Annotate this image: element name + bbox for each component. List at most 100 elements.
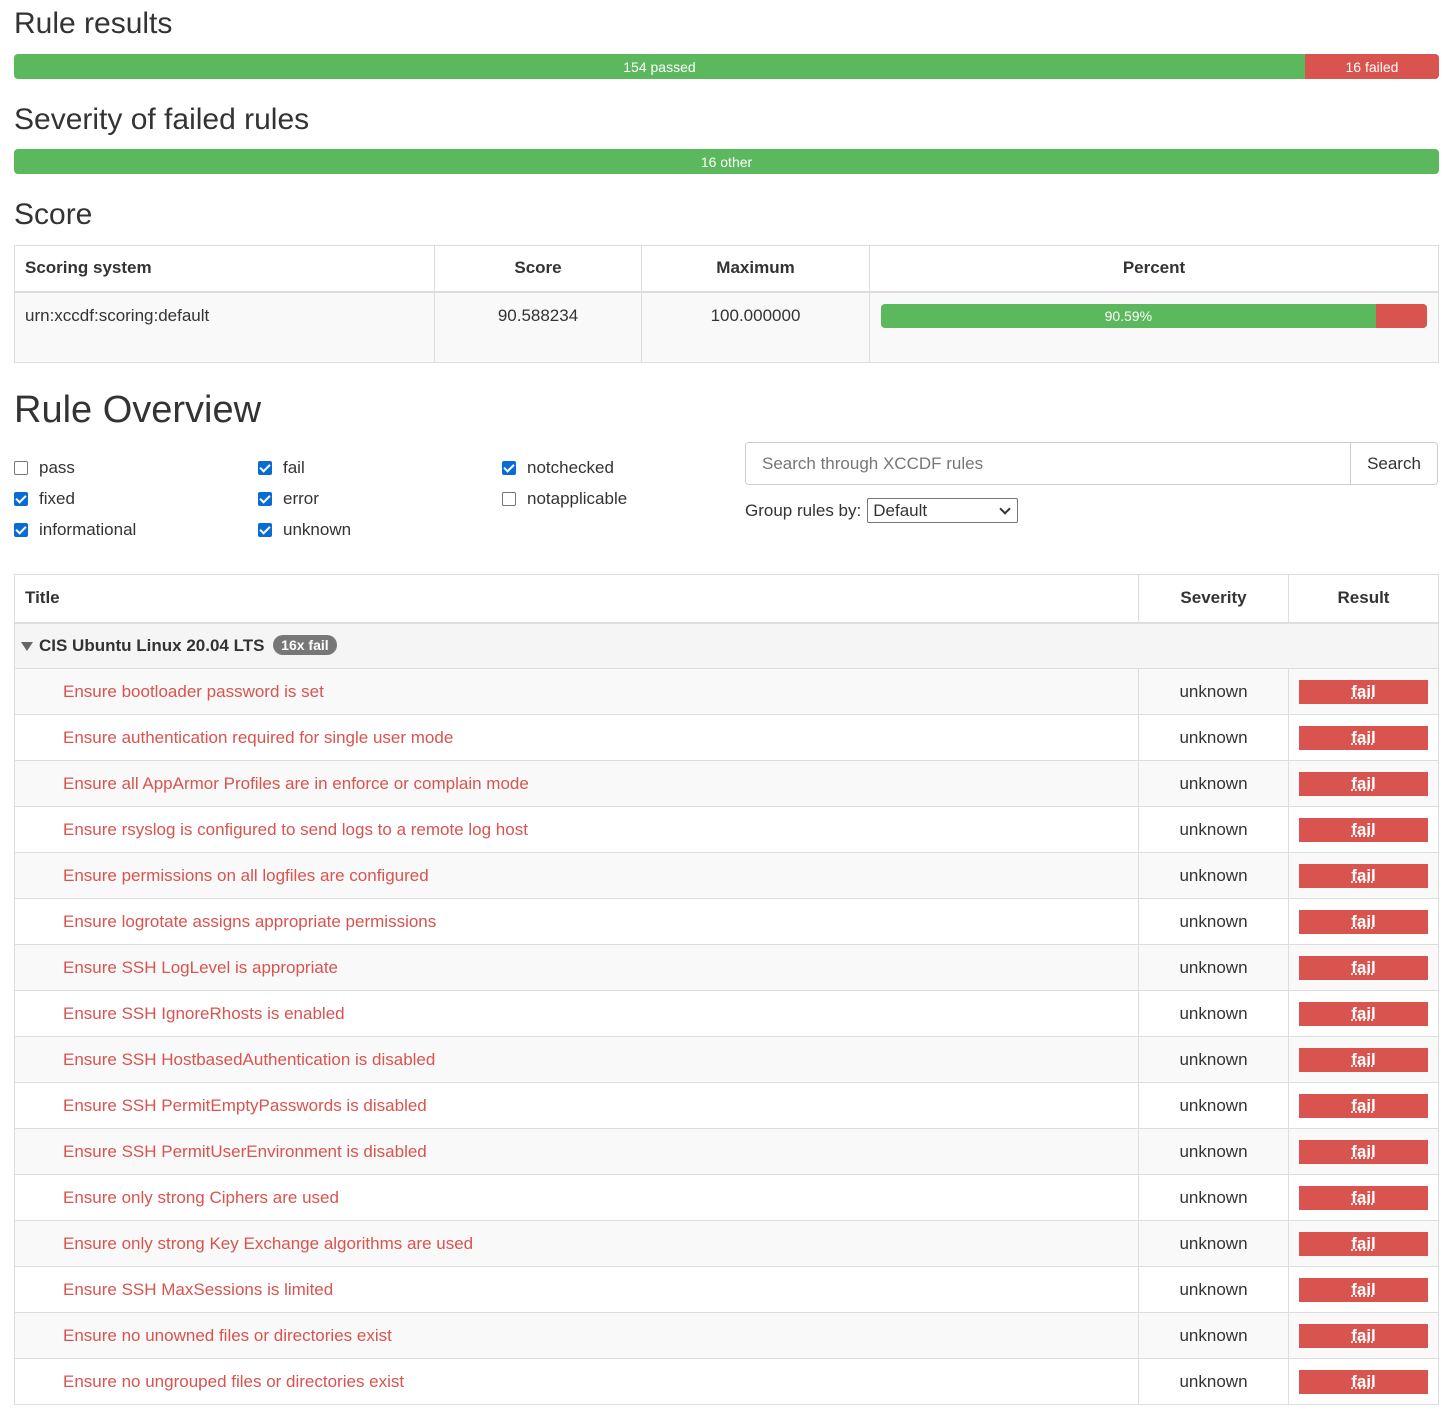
chevron-down-icon xyxy=(999,502,1011,515)
fail-count-badge: 16x fail xyxy=(273,635,337,656)
table-row: Ensure logrotate assigns appropriate per… xyxy=(14,898,1439,945)
filter-fixed[interactable]: fixed xyxy=(14,489,75,509)
result-fail-badge[interactable]: fail xyxy=(1299,1185,1428,1210)
result-fail-badge[interactable]: fail xyxy=(1299,955,1428,980)
checkbox-icon[interactable] xyxy=(258,461,272,475)
percent-remainder xyxy=(1375,303,1427,328)
result-fail-badge[interactable]: fail xyxy=(1299,909,1428,934)
group-row[interactable]: CIS Ubuntu Linux 20.04 LTS 16x fail xyxy=(14,622,1439,669)
result-fail-badge[interactable]: fail xyxy=(1299,1001,1428,1026)
score-table: Scoring system Score Maximum Percent urn… xyxy=(14,245,1439,363)
table-row: Ensure SSH IgnoreRhosts is enabled unknow… xyxy=(14,990,1439,1037)
rule-title-link[interactable]: Ensure SSH PermitUserEnvironment is disa… xyxy=(14,1128,1139,1175)
score-heading: Score xyxy=(14,198,93,231)
col-percent: Percent xyxy=(869,245,1439,293)
result-fail-badge[interactable]: fail xyxy=(1299,863,1428,888)
col-scoring-system: Scoring system xyxy=(14,245,435,293)
rule-title-link[interactable]: Ensure SSH MaxSessions is limited xyxy=(14,1266,1139,1313)
filter-notchecked[interactable]: notchecked xyxy=(502,458,614,478)
rule-result-cell: fail xyxy=(1288,944,1439,991)
rule-result-cell: fail xyxy=(1288,1082,1439,1129)
group-by-selected: Default xyxy=(873,500,928,520)
rule-result-cell: fail xyxy=(1288,1128,1439,1175)
filter-unknown[interactable]: unknown xyxy=(258,520,351,540)
rule-severity: unknown xyxy=(1138,1082,1289,1129)
result-fail-badge[interactable]: fail xyxy=(1299,817,1428,842)
group-by-select[interactable]: Default xyxy=(867,498,1019,523)
rule-title-link[interactable]: Ensure only strong Key Exchange algorith… xyxy=(14,1220,1139,1267)
rule-title-link[interactable]: Ensure SSH PermitEmptyPasswords is disab… xyxy=(14,1082,1139,1129)
result-fail-badge[interactable]: fail xyxy=(1299,1277,1428,1302)
rule-severity: unknown xyxy=(1138,668,1289,715)
score-value: 90.588234 xyxy=(434,291,642,363)
rule-title-link[interactable]: Ensure only strong Ciphers are used xyxy=(14,1174,1139,1221)
failed-segment: 16 failed xyxy=(1304,54,1439,79)
table-row: Ensure all AppArmor Profiles are in enfo… xyxy=(14,760,1439,807)
checkbox-icon[interactable] xyxy=(502,461,516,475)
rule-title-link[interactable]: Ensure all AppArmor Profiles are in enfo… xyxy=(14,760,1139,807)
rule-title-link[interactable]: Ensure permissions on all logfiles are c… xyxy=(14,852,1139,899)
rule-severity: unknown xyxy=(1138,898,1289,945)
checkbox-icon[interactable] xyxy=(258,523,272,537)
rule-result-cell: fail xyxy=(1288,1220,1439,1267)
rule-overview-heading: Rule Overview xyxy=(14,389,262,431)
rule-title-link[interactable]: Ensure bootloader password is set xyxy=(14,668,1139,715)
triangle-down-icon[interactable] xyxy=(21,642,33,652)
checkbox-icon[interactable] xyxy=(502,492,516,506)
passed-segment: 154 passed xyxy=(14,54,1305,79)
rule-title-link[interactable]: Ensure no unowned files or directories e… xyxy=(14,1312,1139,1359)
result-fail-badge[interactable]: fail xyxy=(1299,1323,1428,1348)
search-group: Search xyxy=(745,442,1438,485)
filter-error[interactable]: error xyxy=(258,489,319,509)
checkbox-icon[interactable] xyxy=(14,461,28,475)
rule-title-link[interactable]: Ensure no ungrouped files or directories… xyxy=(14,1358,1139,1405)
result-fail-badge[interactable]: fail xyxy=(1299,725,1428,750)
col-result: Result xyxy=(1288,574,1439,624)
result-fail-badge[interactable]: fail xyxy=(1299,1047,1428,1072)
result-fail-badge[interactable]: fail xyxy=(1299,1139,1428,1164)
table-row: Ensure SSH PermitUserEnvironment is disa… xyxy=(14,1128,1439,1175)
result-fail-badge[interactable]: fail xyxy=(1299,1231,1428,1256)
percent-cell: 90.59% xyxy=(869,291,1439,363)
rule-results-bar: 154 passed 16 failed xyxy=(14,54,1439,79)
rule-result-cell: fail xyxy=(1288,1174,1439,1221)
score-row: urn:xccdf:scoring:default 90.588234 100.… xyxy=(14,291,1439,363)
rule-severity: unknown xyxy=(1138,944,1289,991)
group-name: CIS Ubuntu Linux 20.04 LTS xyxy=(39,636,265,656)
col-score: Score xyxy=(434,245,642,293)
rule-severity: unknown xyxy=(1138,806,1289,853)
rule-title-link[interactable]: Ensure logrotate assigns appropriate per… xyxy=(14,898,1139,945)
checkbox-icon[interactable] xyxy=(258,492,272,506)
col-maximum: Maximum xyxy=(641,245,870,293)
rule-result-cell: fail xyxy=(1288,668,1439,715)
rule-title-link[interactable]: Ensure SSH IgnoreRhosts is enabled xyxy=(14,990,1139,1037)
filter-fail[interactable]: fail xyxy=(258,458,305,478)
filter-pass[interactable]: pass xyxy=(14,458,75,478)
rule-result-cell: fail xyxy=(1288,1358,1439,1405)
checkbox-icon[interactable] xyxy=(14,492,28,506)
rule-title-link[interactable]: Ensure SSH LogLevel is appropriate xyxy=(14,944,1139,991)
col-severity: Severity xyxy=(1138,574,1289,624)
result-fail-badge[interactable]: fail xyxy=(1299,1369,1428,1394)
checkbox-icon[interactable] xyxy=(14,523,28,537)
rule-severity: unknown xyxy=(1138,1358,1289,1405)
rule-results-heading: Rule results xyxy=(14,7,173,40)
table-row: Ensure SSH LogLevel is appropriate unknow… xyxy=(14,944,1439,991)
result-fail-badge[interactable]: fail xyxy=(1299,771,1428,796)
rule-title-link[interactable]: Ensure SSH HostbasedAuthentication is di… xyxy=(14,1036,1139,1083)
search-button[interactable]: Search xyxy=(1350,443,1437,484)
result-fail-badge[interactable]: fail xyxy=(1299,1093,1428,1118)
table-row: Ensure SSH MaxSessions is limited unknown… xyxy=(14,1266,1439,1313)
filter-informational[interactable]: informational xyxy=(14,520,136,540)
rule-severity: unknown xyxy=(1138,1220,1289,1267)
rule-severity: unknown xyxy=(1138,760,1289,807)
table-row: Ensure only strong Key Exchange algorith… xyxy=(14,1220,1439,1267)
search-input[interactable] xyxy=(746,443,1350,484)
severity-other-segment: 16 other xyxy=(14,149,1439,174)
rule-title-link[interactable]: Ensure rsyslog is configured to send log… xyxy=(14,806,1139,853)
scoring-system-value: urn:xccdf:scoring:default xyxy=(14,291,435,363)
maximum-value: 100.000000 xyxy=(641,291,870,363)
filter-notapplicable[interactable]: notapplicable xyxy=(502,489,627,509)
result-fail-badge[interactable]: fail xyxy=(1299,679,1428,704)
rule-title-link[interactable]: Ensure authentication required for singl… xyxy=(14,714,1139,761)
